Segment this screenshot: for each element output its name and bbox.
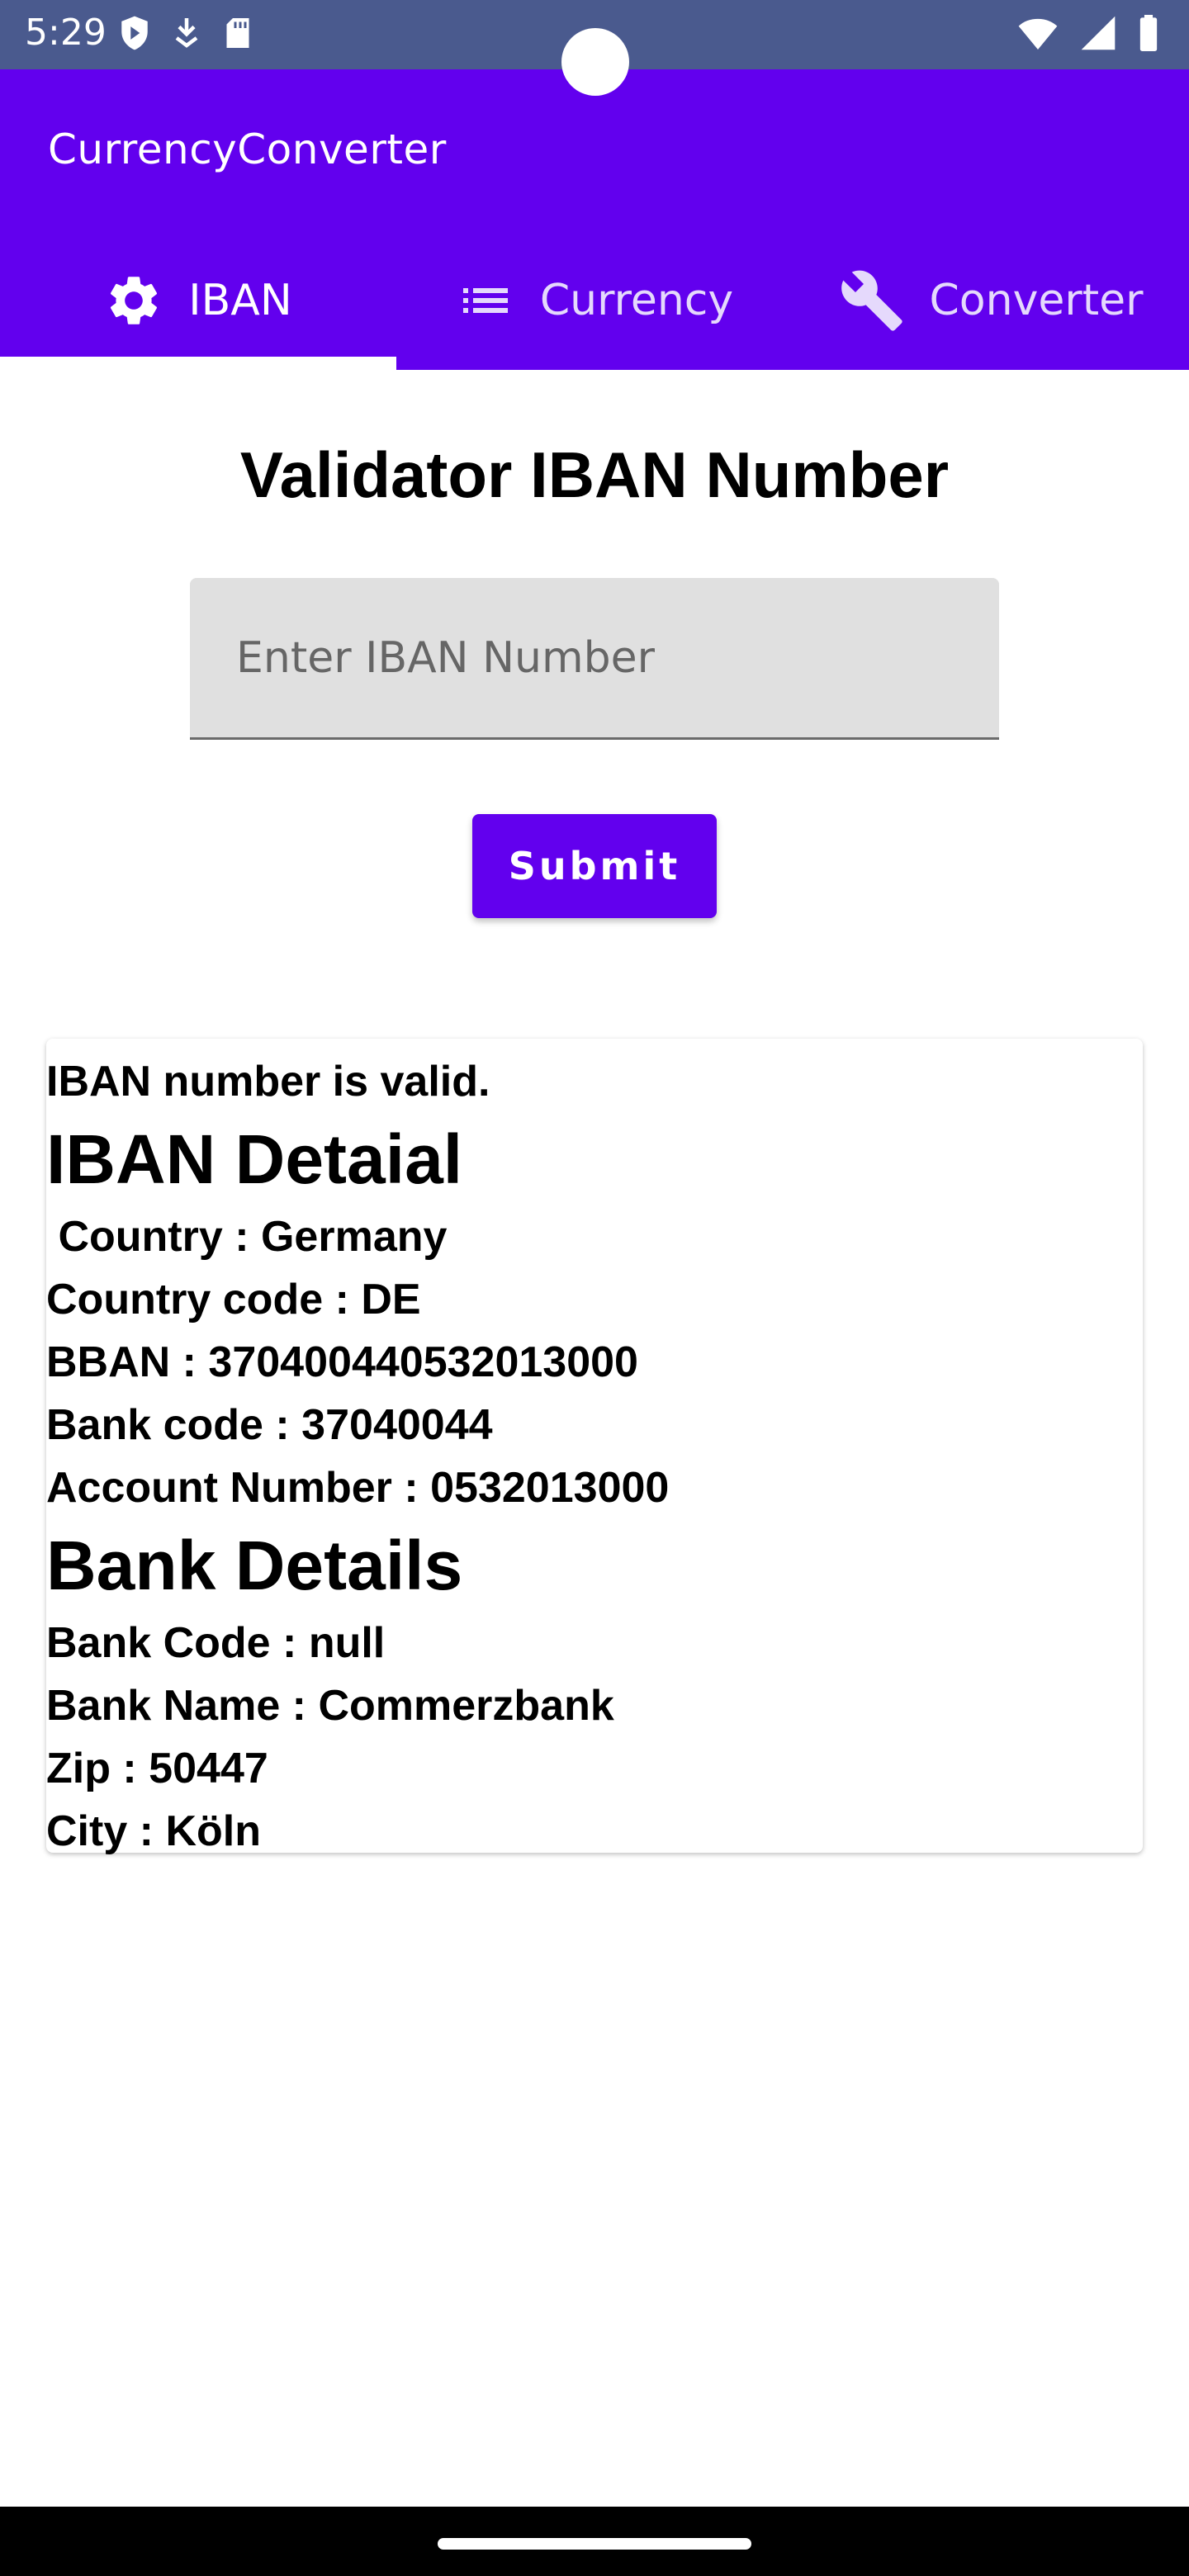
iban-input-container [190, 578, 999, 740]
signal-icon [1081, 16, 1116, 50]
validation-status: IBAN number is valid. [46, 1058, 490, 1106]
submit-button[interactable]: Submit [472, 814, 717, 918]
iban-input[interactable] [190, 578, 999, 737]
iban-details-heading: IBAN Detaial [46, 1120, 463, 1198]
page-title: Validator IBAN Number [239, 438, 950, 511]
status-time: 5:29 [25, 12, 107, 54]
home-gesture-handle[interactable] [438, 2538, 751, 2550]
tab-converter-label: Converter [929, 276, 1144, 325]
list-icon [456, 271, 515, 330]
tab-converter[interactable]: Converter [793, 231, 1189, 370]
tab-iban-label: IBAN [188, 276, 292, 325]
bban-text: BBAN : 370400440532013000 [46, 1338, 638, 1386]
wrench-icon [839, 268, 905, 334]
bank-code-text: Bank code : 37040044 [46, 1401, 493, 1449]
tab-currency[interactable]: Currency [396, 231, 793, 370]
country-text: Country : Germany [46, 1213, 448, 1261]
zip-text: Zip : 50447 [46, 1745, 268, 1792]
bank-code-detail-text: Bank Code : null [46, 1619, 386, 1667]
tab-currency-label: Currency [539, 276, 734, 325]
tab-selected-indicator [0, 357, 396, 370]
navigation-bar [0, 2507, 1189, 2576]
status-icons-right [1017, 15, 1159, 51]
tab-iban[interactable]: IBAN [0, 231, 396, 370]
wifi-icon [1018, 18, 1058, 50]
status-icons-left [119, 15, 253, 51]
bank-details-heading: Bank Details [46, 1527, 463, 1604]
city-text: City : Köln [46, 1807, 261, 1855]
country-code-text: Country code : DE [46, 1276, 421, 1324]
shield-icon [121, 16, 148, 50]
tab-bar: IBAN Currency Converter [0, 231, 1189, 370]
battery-icon [1139, 15, 1158, 51]
download-icon [175, 18, 198, 48]
gear-icon [104, 271, 163, 330]
bank-name-text: Bank Name : Commerzbank [46, 1682, 614, 1730]
account-number-text: Account Number : 0532013000 [46, 1464, 670, 1512]
result-card: IBAN number is valid. IBAN Detaial Count… [46, 1039, 1143, 1855]
camera-cutout [561, 28, 629, 96]
app-title: CurrencyConverter [48, 125, 447, 173]
sd-card-icon [226, 18, 249, 48]
